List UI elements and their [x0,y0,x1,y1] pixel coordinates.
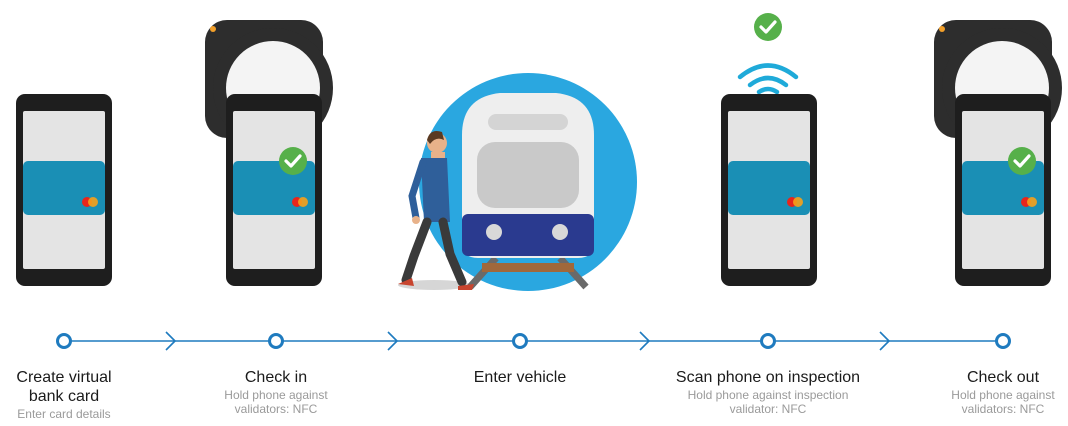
validator-phone-icon [205,20,333,286]
step-create-card: Create virtual bank card Enter card deta… [0,368,174,421]
train-icon [398,73,637,291]
journey-diagram [0,11,1062,351]
step-title: Enter vehicle [473,369,567,386]
step-check-out: Check out Hold phone against validators:… [893,368,1068,416]
step-title: Scan phone on inspection [675,369,861,386]
phone-card-icon [16,94,112,286]
step-check-in: Check in Hold phone against validators: … [166,368,386,416]
timeline [56,331,1011,351]
step-subtitle: Enter card details [17,407,111,421]
step-subtitle: Hold phone against validators: NFC [224,388,328,416]
step-subtitle: Hold phone against inspection validator:… [687,388,849,416]
validator-phone-icon [934,20,1062,286]
step-title: Create virtual bank card [16,369,112,405]
step-subtitle: Hold phone against validators: NFC [951,388,1055,416]
step-title: Check out [966,369,1040,386]
nfc-scan-icon [721,11,817,286]
step-enter-vehicle: Enter vehicle [410,368,630,388]
step-title: Check in [244,369,308,386]
step-scan-inspection: Scan phone on inspection Hold phone agai… [658,368,878,416]
